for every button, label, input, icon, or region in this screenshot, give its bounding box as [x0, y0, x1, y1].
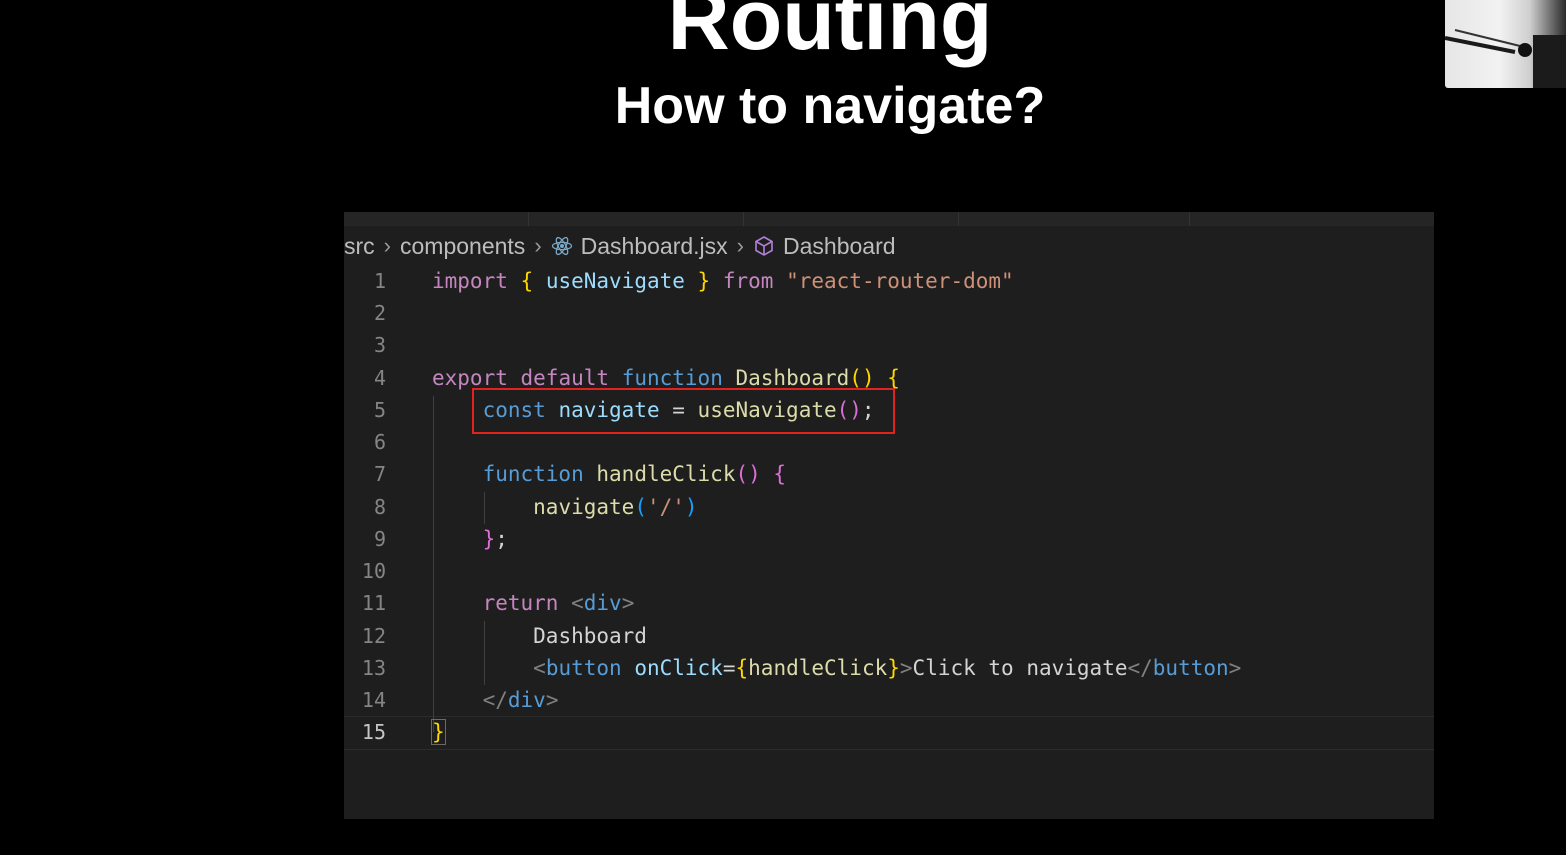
- line-number: 2: [373, 301, 386, 325]
- line-number-active: 15: [361, 720, 386, 744]
- line-number: 4: [373, 366, 386, 390]
- line-number: 3: [373, 333, 386, 357]
- editor-tab[interactable]: [529, 212, 744, 226]
- chevron-right-icon: ›: [736, 233, 744, 258]
- line-number: 11: [361, 591, 386, 615]
- code-line: 9 };: [344, 523, 1434, 555]
- code-line-active: 15 }: [344, 716, 1434, 748]
- code-text: function handleClick() {: [482, 462, 787, 486]
- cube-icon: [753, 235, 775, 257]
- editor-tab-strip: [344, 212, 1434, 226]
- code-text: export default function Dashboard() {: [432, 366, 900, 390]
- code-text: }: [431, 719, 446, 745]
- code-text: };: [482, 527, 508, 551]
- slide-title: Routing: [667, 0, 993, 68]
- line-number: 7: [373, 462, 386, 486]
- chevron-right-icon: ›: [383, 233, 391, 258]
- code-editor: src › components › Dashboard.jsx › Dashb…: [344, 212, 1434, 819]
- line-number: 8: [373, 495, 386, 519]
- code-text: import { useNavigate } from "react-route…: [432, 269, 1014, 293]
- code-line: 7 function handleClick() {: [344, 458, 1434, 490]
- editor-tab[interactable]: [744, 212, 959, 226]
- code-line: 4 export default function Dashboard() {: [344, 362, 1434, 394]
- line-number: 9: [373, 527, 386, 551]
- code-line: 6: [344, 426, 1434, 458]
- code-line: 1 import { useNavigate } from "react-rou…: [344, 265, 1434, 297]
- line-number: 13: [361, 656, 386, 680]
- breadcrumb-folder-src[interactable]: src: [344, 233, 375, 260]
- react-icon: [551, 235, 573, 257]
- editor-tab[interactable]: [344, 212, 529, 226]
- code-line: 10: [344, 555, 1434, 587]
- chevron-right-icon: ›: [534, 233, 542, 258]
- code-text: navigate('/'): [533, 495, 698, 519]
- line-number: 5: [373, 398, 386, 422]
- slide-subtitle: How to navigate?: [614, 77, 1046, 135]
- line-number: 1: [373, 269, 386, 293]
- breadcrumb-folder-components[interactable]: components: [400, 233, 525, 260]
- code-text: Dashboard: [533, 624, 647, 648]
- line-number: 12: [361, 624, 386, 648]
- code-line: 13 <button onClick={handleClick}>Click t…: [344, 652, 1434, 684]
- code-text: </div>: [482, 688, 559, 712]
- line-number: 10: [361, 559, 386, 583]
- code-line: 14 </div>: [344, 684, 1434, 716]
- breadcrumb: src › components › Dashboard.jsx › Dashb…: [344, 231, 896, 261]
- code-line: 5 const navigate = useNavigate();: [344, 394, 1434, 426]
- code-text: <button onClick={handleClick}>Click to n…: [533, 656, 1242, 680]
- line-number: 6: [373, 430, 386, 454]
- code-line: 3: [344, 329, 1434, 361]
- breadcrumb-file[interactable]: Dashboard.jsx: [581, 233, 728, 260]
- code-line: 2: [344, 297, 1434, 329]
- breadcrumb-symbol[interactable]: Dashboard: [783, 233, 896, 260]
- code-line: 11 return <div>: [344, 587, 1434, 619]
- line-number: 14: [361, 688, 386, 712]
- code-line: 8 navigate('/'): [344, 491, 1434, 523]
- code-text: return <div>: [482, 591, 635, 615]
- editor-tab[interactable]: [959, 212, 1190, 226]
- presenter-webcam-thumbnail: [1445, 0, 1566, 88]
- code-text: const navigate = useNavigate();: [482, 398, 875, 422]
- code-line: 12 Dashboard: [344, 620, 1434, 652]
